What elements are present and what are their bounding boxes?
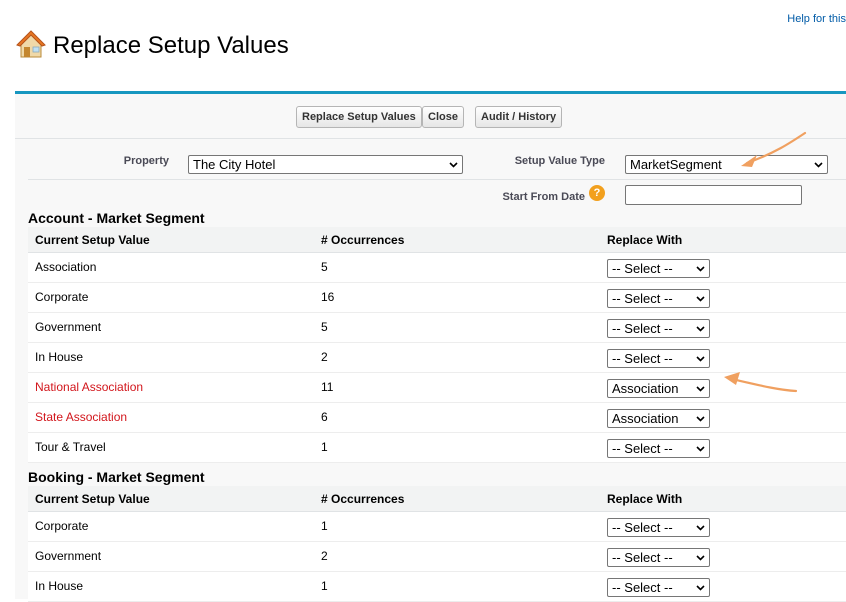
occurrences-count: 5 (321, 260, 328, 274)
chevron-down-icon (696, 585, 705, 591)
current-setup-value: Corporate (35, 519, 89, 533)
setup-value-type-select-value: MarketSegment (630, 157, 722, 172)
occurrences-count: 6 (321, 410, 328, 424)
current-setup-value: Government (35, 320, 102, 334)
occurrences-count: 5 (321, 320, 328, 334)
house-icon (16, 30, 46, 58)
current-setup-value: Government (35, 549, 102, 563)
replace-with-select[interactable]: -- Select -- (607, 289, 710, 308)
page-title: Replace Setup Values (53, 32, 289, 59)
current-setup-value: Tour & Travel (35, 440, 106, 454)
replace-with-value: -- Select -- (612, 351, 673, 366)
chevron-down-icon (696, 326, 705, 332)
table-row: Corporate 16 -- Select -- (28, 283, 846, 313)
column-header: Current Setup Value (35, 233, 150, 247)
help-link[interactable]: Help for this (787, 13, 846, 25)
replace-with-value: -- Select -- (612, 580, 673, 595)
chevron-down-icon (696, 266, 705, 272)
table-header: Current Setup Value # Occurrences Replac… (28, 486, 846, 512)
chevron-down-icon (696, 356, 705, 362)
occurrences-count: 1 (321, 519, 328, 533)
chevron-down-icon (696, 296, 705, 302)
audit-history-button[interactable]: Audit / History (475, 106, 563, 128)
occurrences-count: 11 (321, 380, 334, 394)
replace-with-value: -- Select -- (612, 441, 673, 456)
current-setup-value: National Association (35, 380, 144, 394)
current-setup-value: In House (35, 350, 84, 364)
account-market-segment-table: Current Setup Value # Occurrences Replac… (28, 227, 846, 463)
chevron-down-icon (814, 162, 823, 168)
column-header: # Occurrences (321, 492, 405, 506)
occurrences-count: 2 (321, 549, 328, 563)
chevron-down-icon (696, 555, 705, 561)
setup-value-type-select[interactable]: MarketSegment (625, 155, 828, 174)
chevron-down-icon (696, 386, 705, 392)
occurrences-count: 2 (321, 350, 328, 364)
current-setup-value: Corporate (35, 290, 89, 304)
chevron-down-icon (696, 416, 705, 422)
property-select-value: The City Hotel (193, 157, 276, 172)
table-row: Tour & Travel 1 -- Select -- (28, 433, 846, 463)
close-button[interactable]: Close (422, 106, 464, 128)
replace-with-select[interactable]: Association (607, 379, 710, 398)
occurrences-count: 16 (321, 290, 335, 304)
booking-market-segment-table: Current Setup Value # Occurrences Replac… (28, 486, 846, 602)
table-header: Current Setup Value # Occurrences Replac… (28, 227, 846, 253)
replace-with-value: -- Select -- (612, 520, 673, 535)
table-body: Corporate 1 -- Select -- Government 2 --… (28, 512, 846, 602)
button-bar: Replace Setup Values Close Audit / Histo… (15, 94, 846, 139)
column-header: Replace With (607, 492, 683, 506)
start-from-date-label: Start From Date (502, 191, 585, 203)
current-setup-value: In House (35, 579, 84, 593)
replace-with-value: -- Select -- (612, 321, 673, 336)
replace-with-select[interactable]: -- Select -- (607, 518, 710, 537)
setup-value-type-label: Setup Value Type (514, 155, 605, 167)
section-title-booking: Booking - Market Segment (28, 469, 205, 485)
property-select[interactable]: The City Hotel (188, 155, 463, 174)
form-divider (28, 179, 846, 180)
replace-with-value: Association (612, 411, 679, 426)
current-setup-value: State Association (35, 410, 128, 424)
current-setup-value: Association (35, 260, 97, 274)
chevron-down-icon (449, 162, 458, 168)
table-row: Government 5 -- Select -- (28, 313, 846, 343)
section-title-account: Account - Market Segment (28, 210, 205, 226)
column-header: Replace With (607, 233, 683, 247)
column-header: # Occurrences (321, 233, 405, 247)
main-panel: Replace Setup Values Close Audit / Histo… (15, 91, 846, 602)
property-label: Property (123, 155, 169, 167)
table-row: Corporate 1 -- Select -- (28, 512, 846, 542)
replace-with-select[interactable]: -- Select -- (607, 319, 710, 338)
replace-with-select[interactable]: -- Select -- (607, 349, 710, 368)
replace-with-select[interactable]: -- Select -- (607, 578, 710, 597)
replace-with-value: -- Select -- (612, 261, 673, 276)
replace-setup-values-button[interactable]: Replace Setup Values (296, 106, 422, 128)
table-row: National Association 11 Association (28, 373, 846, 403)
table-body: Association 5 -- Select -- Corporate 16 … (28, 253, 846, 463)
replace-with-select[interactable]: -- Select -- (607, 548, 710, 567)
table-row: In House 1 -- Select -- (28, 572, 846, 602)
replace-with-select[interactable]: -- Select -- (607, 439, 710, 458)
replace-with-value: Association (612, 381, 679, 396)
table-row: State Association 6 Association (28, 403, 846, 433)
question-icon[interactable]: ? (589, 185, 605, 201)
replace-with-select[interactable]: -- Select -- (607, 259, 710, 278)
occurrences-count: 1 (321, 440, 328, 454)
occurrences-count: 1 (321, 579, 328, 593)
replace-with-value: -- Select -- (612, 291, 673, 306)
table-row: Association 5 -- Select -- (28, 253, 846, 283)
replace-with-value: -- Select -- (612, 550, 673, 565)
column-header: Current Setup Value (35, 492, 150, 506)
chevron-down-icon (696, 446, 705, 452)
table-row: Government 2 -- Select -- (28, 542, 846, 572)
replace-with-select[interactable]: Association (607, 409, 710, 428)
start-from-date-input[interactable] (625, 185, 802, 205)
table-row: In House 2 -- Select -- (28, 343, 846, 373)
chevron-down-icon (696, 525, 705, 531)
